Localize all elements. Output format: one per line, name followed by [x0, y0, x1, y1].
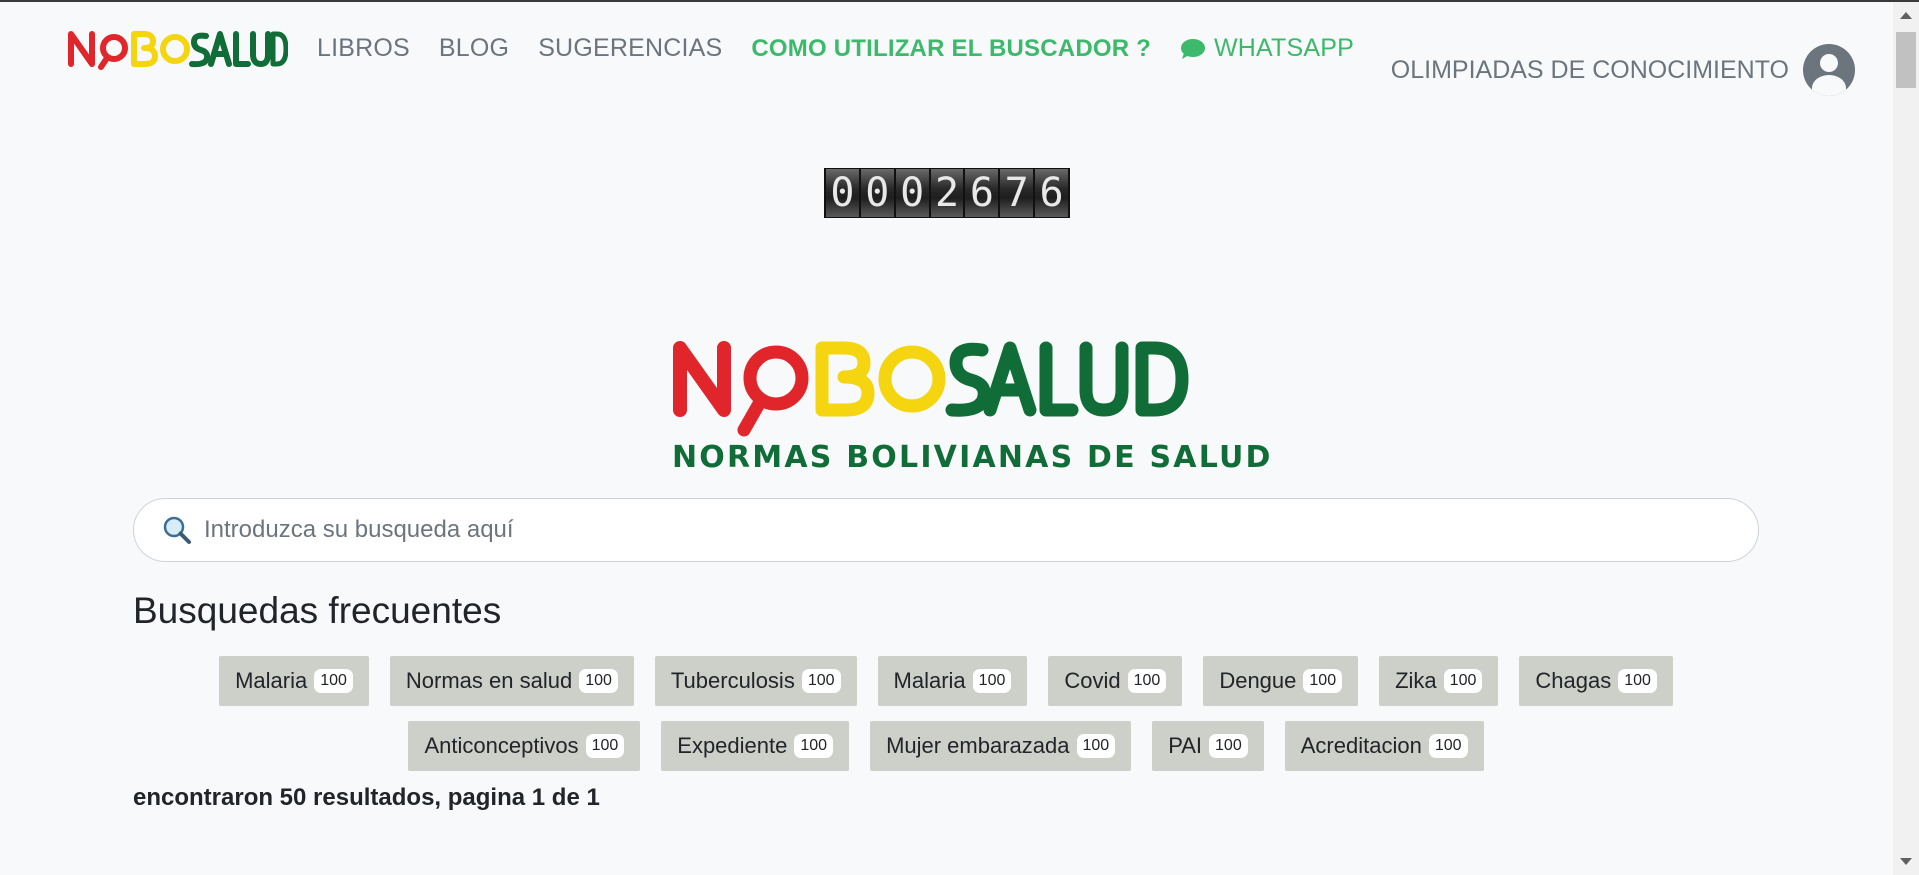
user-menu-label: OLIMPIADAS DE CONOCIMIENTO [1390, 55, 1789, 84]
nav-como-utilizar[interactable]: COMO UTILIZAR EL BUSCADOR ? [751, 35, 1151, 63]
chip-malaria[interactable]: Malaria 100 [219, 656, 369, 706]
chip-count-badge: 100 [1209, 734, 1248, 758]
counter-digit: 6 [965, 169, 999, 217]
chip-label: Mujer embarazada [886, 733, 1070, 758]
chip-label: Malaria [893, 668, 966, 693]
search-input[interactable] [202, 515, 1706, 545]
chip-label: Anticonceptivos [424, 733, 579, 758]
chip-count-badge: 100 [1443, 669, 1483, 693]
chip-count-badge: 100 [1303, 669, 1343, 693]
chip-label: Covid [1064, 668, 1121, 693]
counter-digit: 0 [860, 169, 894, 217]
chip-label: Acreditacion [1300, 733, 1422, 758]
chip-chagas[interactable]: Chagas 100 [1519, 656, 1673, 706]
counter-digit: 0 [826, 169, 859, 217]
nav-whatsapp[interactable]: WHATSAPP [1180, 34, 1354, 63]
nav-libros[interactable]: LIBROS [317, 34, 410, 63]
chip-malaria-2[interactable]: Malaria 100 [877, 656, 1028, 706]
chip-label: Chagas [1535, 668, 1612, 693]
chip-count-badge: 100 [585, 734, 625, 758]
chip-count-badge: 100 [1127, 669, 1167, 693]
nobosalud-logo-small [68, 31, 288, 70]
chip-expediente[interactable]: Expediente 100 [661, 721, 850, 771]
nav-blog[interactable]: BLOG [439, 34, 509, 63]
counter-digit: 6 [1035, 169, 1069, 217]
results-summary: encontraron 50 resultados, pagina 1 de 1 [133, 784, 600, 811]
frequent-searches: Malaria 100 Normas en salud 100 Tuberculos… [133, 656, 1759, 786]
chip-label: Normas en salud [405, 668, 573, 693]
frequent-searches-title: Busquedas frecuentes [133, 590, 502, 631]
nav-whatsapp-label: WHATSAPP [1213, 34, 1355, 62]
chip-row: Malaria 100 Normas en salud 100 Tuberculos… [133, 656, 1759, 706]
chip-tuberculosis[interactable]: Tuberculosis 100 [654, 656, 857, 706]
chip-label: Expediente [677, 733, 788, 758]
chip-acreditacion[interactable]: Acreditacion 100 [1284, 721, 1484, 771]
chip-count-badge: 100 [801, 669, 841, 693]
chip-count-badge: 100 [1428, 734, 1468, 758]
chip-count-badge: 100 [1618, 669, 1657, 693]
visit-counter: 0 0 0 2 6 7 6 [824, 168, 1070, 218]
chip-label: Malaria [235, 668, 308, 693]
search-bar[interactable] [133, 498, 1759, 562]
chip-mujer-embarazada[interactable]: Mujer embarazada 100 [870, 721, 1132, 771]
chip-anticonceptivos[interactable]: Anticonceptivos 100 [408, 721, 641, 771]
chip-label: Zika [1395, 668, 1437, 693]
chip-count-badge: 100 [972, 669, 1012, 693]
chip-count-badge: 100 [1076, 734, 1116, 758]
avatar-icon[interactable] [1803, 44, 1855, 96]
chip-covid[interactable]: Covid 100 [1048, 656, 1183, 706]
chip-label: Dengue [1219, 668, 1297, 693]
counter-digit: 2 [930, 169, 964, 217]
chip-count-badge: 100 [314, 669, 353, 693]
chip-label: Tuberculosis [670, 668, 795, 693]
brand-logo[interactable] [68, 24, 288, 74]
chip-count-badge: 100 [579, 669, 618, 693]
chip-label: PAI [1168, 733, 1203, 758]
whatsapp-icon [1180, 38, 1205, 59]
nav-sugerencias[interactable]: SUGERENCIAS [538, 34, 722, 63]
user-menu[interactable]: OLIMPIADAS DE CONOCIMIENTO [1391, 44, 1855, 96]
nav-links: LIBROS BLOG SUGERENCIAS COMO UTILIZAR EL… [317, 34, 1383, 63]
navbar: LIBROS BLOG SUGERENCIAS COMO UTILIZAR EL… [0, 2, 1893, 112]
search-icon [163, 516, 191, 544]
brand-tagline: NORMAS BOLIVIANAS DE SALUD [672, 440, 1273, 475]
scrollbar-thumb[interactable] [1896, 32, 1916, 88]
chip-pai[interactable]: PAI 100 [1152, 721, 1264, 771]
chip-count-badge: 100 [794, 734, 834, 758]
chip-row: Anticonceptivos 100 Expediente 100 Mujer e… [133, 721, 1759, 771]
chip-normas-en-salud[interactable]: Normas en salud 100 [389, 656, 634, 706]
counter-digit: 0 [895, 169, 929, 217]
counter-digit: 7 [1000, 169, 1034, 217]
page-scrollbar[interactable] [1893, 2, 1919, 875]
chip-zika[interactable]: Zika 100 [1379, 656, 1499, 706]
chip-dengue[interactable]: Dengue 100 [1203, 656, 1359, 706]
scroll-up-arrow-icon[interactable] [1900, 12, 1912, 19]
scroll-down-arrow-icon[interactable] [1900, 858, 1912, 865]
